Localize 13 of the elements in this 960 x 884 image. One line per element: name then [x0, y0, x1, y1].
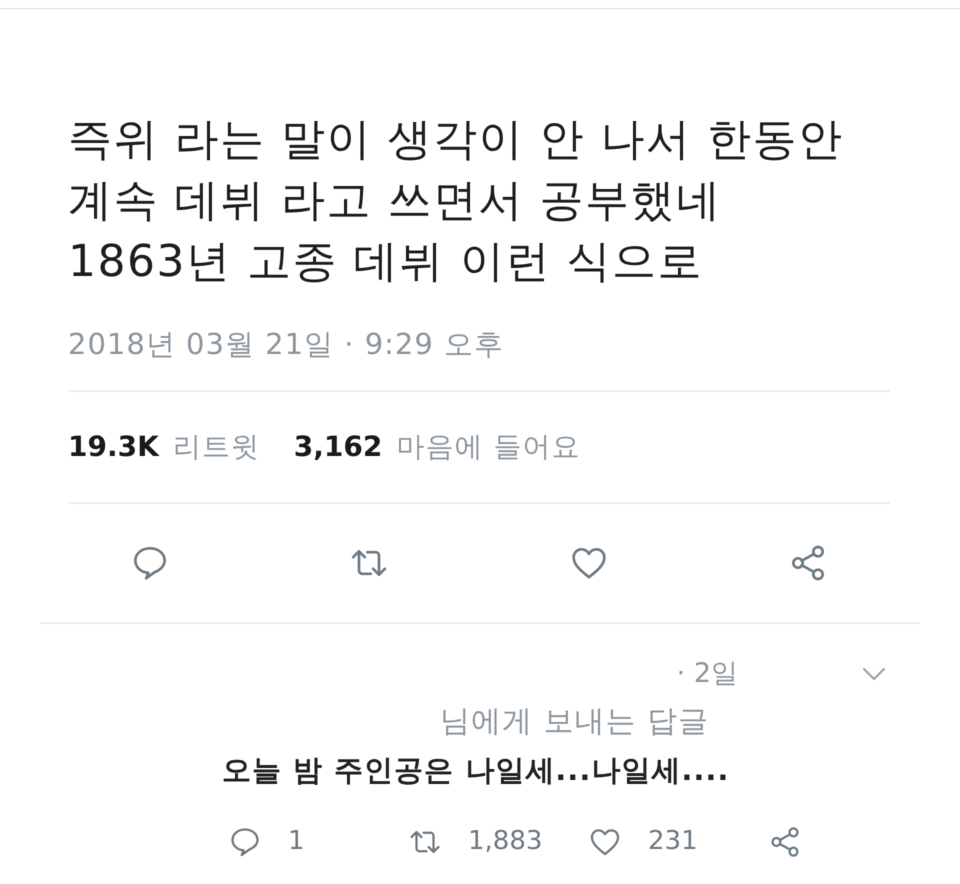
reply-text: 오늘 밤 주인공은 나일세...나일세....	[222, 752, 730, 788]
stat-count[interactable]: 3,162	[294, 426, 382, 468]
reply-button[interactable]: 1	[228, 822, 408, 861]
tweet-text: 즉위 라는 말이 생각이 안 나서 한동안 계속 데뷔 라고 쓰면서 공부했네 1863년 고종 데뷔 이런 식으로	[68, 113, 844, 289]
reply-to-label: 님에게 보내는 답글	[439, 704, 710, 740]
stat-label[interactable]: 리트윗	[172, 426, 260, 468]
chevron-down-icon[interactable]	[862, 667, 886, 681]
tweet-timestamp: 2018년 03월 21일 · 9:29 오후	[68, 328, 506, 360]
retweet-button[interactable]: 1,883	[408, 822, 588, 861]
reply-time: · 2일	[676, 656, 738, 691]
stat-label[interactable]: 마음에 들어요	[396, 426, 580, 468]
stat-count[interactable]: 19.3K	[68, 426, 159, 468]
like-button[interactable]: 231	[588, 822, 768, 861]
